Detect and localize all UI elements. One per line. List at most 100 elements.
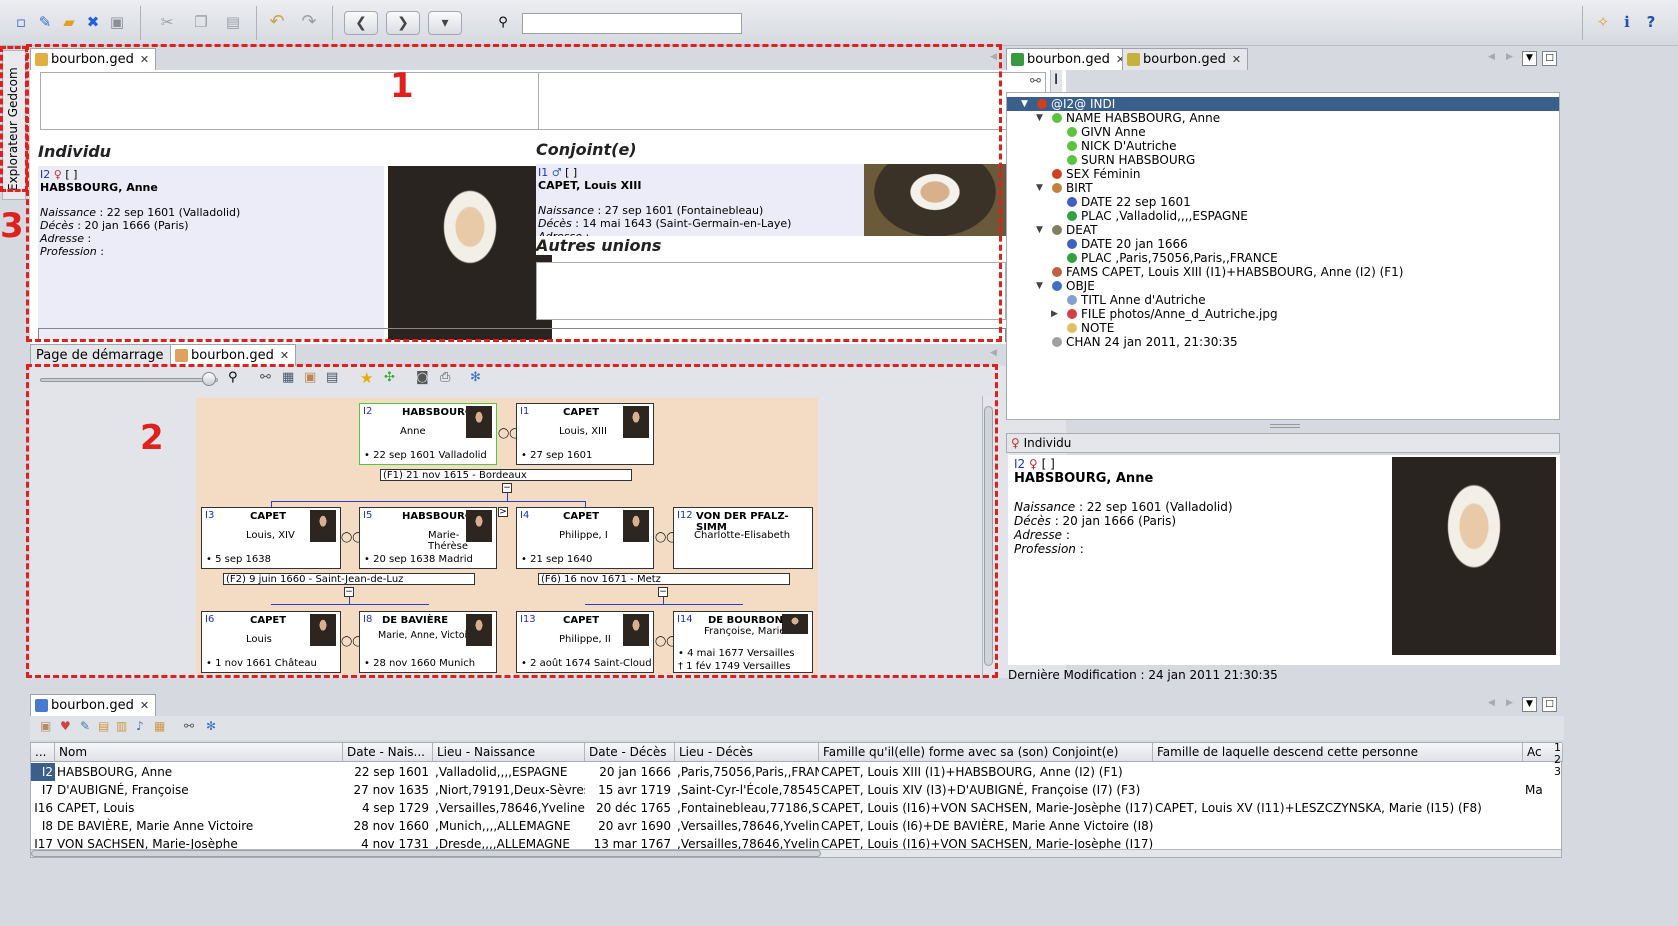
table-row[interactable]: I7 D'AUBIGNÉ, Françoise 27 nov 1635 ,Niort,… [31, 781, 1561, 799]
tab-scroll-left-icon[interactable]: ◀ [1488, 698, 1495, 708]
link-icon[interactable]: ⚯ [184, 719, 194, 733]
tree-node[interactable]: DATE 20 jan 1666 [1007, 237, 1559, 251]
settings-icon[interactable]: ✻ [470, 370, 481, 385]
note-icon[interactable]: ✎ [80, 719, 90, 733]
tab-bourbon-ged-editor[interactable]: bourbon.ged ✕ [1122, 48, 1249, 70]
tools-icon[interactable]: ✧ [1592, 11, 1614, 33]
conjoint-id[interactable]: I1 [538, 166, 548, 179]
save-icon[interactable]: ▣ [106, 11, 128, 33]
print-icon[interactable]: ⎙ [440, 370, 450, 385]
link-icon[interactable]: ⚯ [1030, 74, 1041, 89]
table-row[interactable]: I2 HABSBOURG, Anne 22 sep 1601 ,Valladolid,… [31, 763, 1561, 781]
tree-scrollbar[interactable] [982, 396, 994, 678]
tab-scroll-right-icon[interactable]: ▶ [1506, 52, 1513, 62]
family-label[interactable]: (F2) 9 juin 1660 - Saint-Jean-de-Luz [223, 573, 475, 585]
gedcom-explorer-tab[interactable]: Explorateur Gedcom [2, 50, 26, 200]
forward-button[interactable]: ❯ [386, 11, 420, 35]
expand-down-icon[interactable]: ▼ [1036, 181, 1043, 195]
expand-down-icon[interactable]: ▼ [1021, 97, 1028, 111]
person-box[interactable]: I8 DE BAVIÈRE Marie, Anne, Victoire • 28… [359, 611, 497, 673]
family-icon[interactable]: ♥ [60, 719, 71, 733]
family-label[interactable]: (F1) 21 nov 1615 - Bordeaux [380, 469, 632, 481]
text-cursor-icon[interactable]: I [1054, 72, 1058, 88]
new-file-icon[interactable]: ▫ [10, 11, 32, 33]
tree-node[interactable]: PLAC ,Valladolid,,,,ESPAGNE [1007, 209, 1559, 223]
redo-icon[interactable]: ↷ [298, 11, 320, 33]
scroll-thumb[interactable] [31, 850, 821, 857]
tab-scroll-left-icon[interactable]: ◀ [990, 348, 997, 358]
collapse-icon[interactable]: − [344, 587, 354, 597]
repository-icon[interactable]: ▥ [116, 719, 127, 733]
column-header[interactable]: Famille de laquelle descend cette person… [1153, 743, 1523, 762]
expand-down-icon[interactable]: ▼ [1036, 111, 1043, 125]
expand-down-icon[interactable]: ▼ [1036, 223, 1043, 237]
horizontal-scrollbar[interactable] [31, 849, 1561, 857]
column-header[interactable]: Lieu - Naissance [433, 743, 585, 762]
table-row[interactable]: I8 DE BAVIÈRE, Marie Anne Victoire 28 nov … [31, 817, 1561, 835]
new-gedcom-icon[interactable]: ✎ [34, 11, 56, 33]
close-tab-icon[interactable]: ✕ [280, 349, 289, 362]
tab-bourbon-ged-top[interactable]: bourbon.ged ✕ [30, 48, 157, 70]
star-icon[interactable]: ★ [360, 369, 373, 387]
tree-node[interactable]: GIVN Anne [1007, 125, 1559, 139]
grid-icon[interactable]: ▦ [282, 370, 294, 385]
person-box[interactable]: I13 CAPET Philippe, II • 2 août 1674 Sai… [516, 611, 654, 673]
column-header[interactable]: ... [31, 743, 55, 762]
tree-node[interactable]: ▼ BIRT [1007, 181, 1559, 195]
settings-icon[interactable]: ✻ [206, 719, 216, 733]
history-dropdown[interactable]: ▾ [428, 11, 462, 35]
expand-down-icon[interactable]: ▼ [1036, 279, 1043, 293]
expand-arrow-icon[interactable]: > [498, 507, 508, 517]
link-icon[interactable]: ⚯ [260, 370, 271, 385]
back-button[interactable]: ❮ [344, 11, 378, 35]
table-row[interactable]: I16 CAPET, Louis 4 sep 1729 ,Versailles,786… [31, 799, 1561, 817]
column-header[interactable]: Nom [55, 743, 343, 762]
search-input[interactable] [522, 13, 742, 34]
tab-list-icon[interactable]: ▼ [1522, 51, 1537, 66]
source-icon[interactable]: ▤ [98, 719, 109, 733]
collapse-icon[interactable]: − [658, 587, 668, 597]
tab-page-de-demarrage[interactable]: Page de démarrage✕ [30, 344, 186, 366]
close-tab-icon[interactable]: ✕ [140, 53, 149, 66]
conjoint-card[interactable]: I1 ♂ [ ] CAPET, Louis XIII Naissance : 2… [536, 164, 866, 244]
tree-node[interactable]: ▼ NAME HABSBOURG, Anne [1007, 111, 1559, 125]
tree-node[interactable]: ▼ DEAT [1007, 223, 1559, 237]
tab-scroll-left-icon[interactable]: ◀ [1488, 52, 1495, 62]
expand-right-icon[interactable]: ▶ [1051, 307, 1058, 321]
open-folder-icon[interactable]: ▰ [58, 11, 80, 33]
tree-node[interactable]: NOTE [1007, 321, 1559, 335]
media-icon[interactable]: ♪ [136, 719, 144, 733]
copy-icon[interactable]: ❐ [190, 11, 212, 33]
individu-id[interactable]: I2 [40, 168, 50, 181]
person-box[interactable]: I3 CAPET Louis, XIV • 5 sep 1638 [201, 507, 341, 569]
undo-icon[interactable]: ↶ [266, 11, 288, 33]
tab-bourbon-ged-table[interactable]: bourbon.ged ✕ [30, 694, 157, 716]
tree-node[interactable]: ▶ FILE photos/Anne_d_Autriche.jpg [1007, 307, 1559, 321]
tree-node[interactable]: FAMS CAPET, Louis XIII (I1)+HABSBOURG, A… [1007, 265, 1559, 279]
tree-node[interactable]: ▼ @I2@ INDI [1007, 97, 1559, 111]
tab-scroll-right-icon[interactable]: ▶ [1506, 698, 1513, 708]
zoom-icon[interactable]: ⚲ [228, 370, 238, 385]
tree-node[interactable]: SEX Féminin [1007, 167, 1559, 181]
scroll-thumb[interactable] [984, 406, 993, 666]
tree-node[interactable]: ▼ OBJE [1007, 279, 1559, 293]
family-label[interactable]: (F6) 16 nov 1671 - Metz [538, 573, 790, 585]
person-box[interactable]: I4 CAPET Philippe, I • 21 sep 1640 [516, 507, 654, 569]
person-box[interactable]: I6 CAPET Louis • 1 nov 1661 Château [201, 611, 341, 673]
splitter-handle[interactable] [1270, 424, 1300, 428]
person-icon[interactable]: ▣ [304, 370, 316, 385]
person-box[interactable]: I14 DE BOURBON Françoise, Marie • 4 mai … [673, 611, 813, 673]
tab-list-icon[interactable]: ▼ [1522, 697, 1537, 712]
paste-icon[interactable]: ▤ [222, 11, 244, 33]
individu-id[interactable]: I2 [1014, 457, 1025, 471]
zoom-slider-thumb[interactable] [202, 372, 216, 386]
maximize-icon[interactable]: □ [1542, 51, 1557, 66]
tree-node[interactable]: DATE 22 sep 1601 [1007, 195, 1559, 209]
zoom-slider-track[interactable] [40, 378, 218, 382]
info-icon[interactable]: ℹ [1616, 11, 1638, 33]
tab-bourbon-ged-tree[interactable]: bourbon.ged ✕ [170, 344, 297, 366]
column-header[interactable]: Famille qu'il(elle) forme avec sa (son) … [819, 743, 1153, 762]
camera-icon[interactable]: ◙ [416, 370, 429, 385]
expand-icon[interactable]: ✣ [384, 370, 395, 385]
layout-icon[interactable]: ▤ [326, 370, 338, 385]
